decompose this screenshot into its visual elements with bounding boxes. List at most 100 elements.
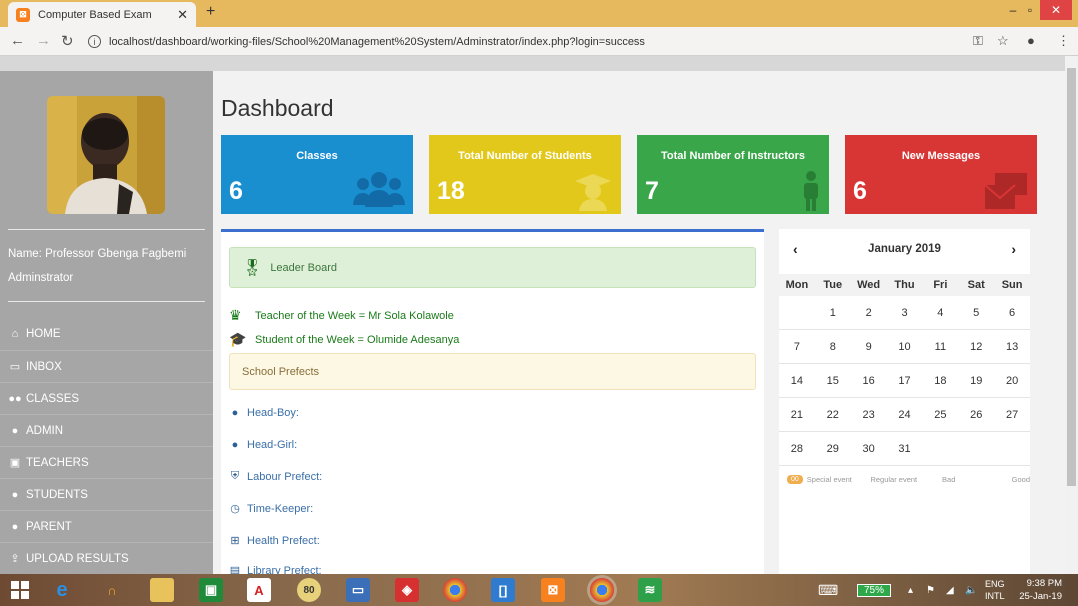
nero-icon[interactable]: 80 [297,578,321,602]
calendar-day[interactable]: 5 [958,296,994,329]
calendar-day[interactable]: 16 [851,364,887,397]
stat-card-instructors[interactable]: Total Number of Instructors 7 [637,135,829,214]
calendar-day[interactable]: 30 [851,432,887,465]
new-tab-icon[interactable]: + [206,3,215,21]
url-field[interactable]: i localhost/dashboard/working-files/Scho… [88,31,968,52]
url-text: localhost/dashboard/working-files/School… [109,35,645,48]
calendar-day[interactable]: 24 [887,398,923,431]
sidebar-divider [8,229,205,230]
prefect-labour[interactable]: ⛨ Labour Prefect: [229,470,322,483]
calendar-day[interactable]: 10 [887,330,923,363]
cube-icon[interactable]: ◈ [395,578,419,602]
minimize-icon[interactable]: – [1005,0,1021,20]
calendar-day[interactable]: 17 [887,364,923,397]
calendar-day[interactable] [958,432,994,465]
calendar-day[interactable] [994,432,1030,465]
account-icon[interactable]: ● [1027,33,1035,48]
calendar-day[interactable]: 4 [922,296,958,329]
calendar-day[interactable]: 23 [851,398,887,431]
calendar-day[interactable]: 14 [779,364,815,397]
file-explorer-icon[interactable] [150,578,174,602]
leaderboard-header: 🎖 Leader Board [229,247,756,288]
sidebar-item-parent[interactable]: ● PARENT [0,510,213,542]
calendar-day[interactable]: 2 [851,296,887,329]
close-window-icon[interactable]: ✕ [1040,0,1072,20]
keyboard-icon[interactable]: ⌨ [818,574,838,606]
clock[interactable]: 9:38 PM 25-Jan-19 [1018,574,1062,606]
maximize-icon[interactable]: ▫ [1023,0,1037,20]
menu-icon[interactable]: ⋮ [1057,33,1070,49]
volume-icon[interactable]: 🔈 [965,574,977,606]
calendar-day[interactable]: 31 [887,432,923,465]
monitor-icon[interactable]: ▭ [346,578,370,602]
calendar-day[interactable]: 21 [779,398,815,431]
calendar-day[interactable]: 26 [958,398,994,431]
prefect-head-boy[interactable]: ● Head-Boy: [229,407,299,419]
calendar-day[interactable]: 22 [815,398,851,431]
clock-time: 9:38 PM [1026,578,1062,589]
calendar-day[interactable]: 25 [922,398,958,431]
adobe-icon[interactable]: A [247,578,271,602]
store-icon[interactable]: ▣ [199,578,223,602]
calendar-day[interactable]: 9 [851,330,887,363]
chrome-active-icon[interactable] [590,578,614,602]
star-icon[interactable]: ☆ [997,33,1009,49]
calendar-day[interactable]: 1 [815,296,851,329]
chrome-icon[interactable] [443,578,467,602]
forward-icon[interactable]: → [36,32,51,49]
calendar-day[interactable]: 27 [994,398,1030,431]
prefect-health[interactable]: ⊞ Health Prefect: [229,534,319,548]
reload-icon[interactable]: ↻ [61,32,74,50]
vector-app-icon[interactable]: ≋ [638,578,662,602]
chevron-right-icon[interactable]: › [1011,241,1016,257]
chevron-up-icon[interactable]: ▴ [908,574,913,606]
calendar-day[interactable]: 29 [815,432,851,465]
sidebar-item-upload-results[interactable]: ⇪ UPLOAD RESULTS [0,542,213,574]
upload-icon: ⇪ [10,553,20,565]
calendar-day[interactable]: 3 [887,296,923,329]
network-icon[interactable]: ◢ [946,574,954,606]
calendar-day[interactable]: 18 [922,364,958,397]
sidebar-item-admin[interactable]: ● ADMIN [0,414,213,446]
sidebar-item-classes[interactable]: ●● CLASSES [0,382,213,414]
calendar-day[interactable]: 20 [994,364,1030,397]
battery-indicator[interactable]: 75% [857,574,892,606]
sidebar-item-students[interactable]: ● STUDENTS [0,478,213,510]
calendar-day[interactable]: 15 [815,364,851,397]
windows-start-icon[interactable] [8,578,32,602]
sidebar-item-home[interactable]: ⌂ HOME [0,318,213,350]
back-icon[interactable]: ← [10,32,25,49]
calendar-day[interactable]: 28 [779,432,815,465]
calendar-day[interactable]: 19 [958,364,994,397]
flag-icon[interactable]: ⚑ [926,574,935,606]
headphones-icon[interactable]: ∩ [100,578,124,602]
xampp-taskbar-icon[interactable]: ⊠ [541,578,565,602]
sidebar-item-inbox[interactable]: ▭ INBOX [0,350,213,382]
info-icon[interactable]: i [88,35,101,48]
calendar-day[interactable]: 7 [779,330,815,363]
calendar-day[interactable]: 11 [922,330,958,363]
stat-card-classes[interactable]: Classes 6 [221,135,413,214]
page-scrollbar[interactable] [1065,56,1078,574]
calendar-day[interactable]: 13 [994,330,1030,363]
calendar-day[interactable]: 6 [994,296,1030,329]
stat-card-students[interactable]: Total Number of Students 18 [429,135,621,214]
browser-tab[interactable]: ⊠ Computer Based Exam ✕ [8,2,196,27]
taskbar: e ∩ ▣ A 80 ▭ ◈ [] ⊠ ≋ ⌨ 75% ▴ ⚑ ◢ 🔈 ENG … [0,574,1078,606]
calendar-day[interactable]: 12 [958,330,994,363]
prefect-library[interactable]: ▤ Library Prefect: [229,564,322,575]
stat-card-messages[interactable]: New Messages 6 [845,135,1037,214]
key-icon[interactable]: ⚿ [973,33,983,49]
sidebar-item-teachers[interactable]: ▣ TEACHERS [0,446,213,478]
calendar-day[interactable]: 8 [815,330,851,363]
calendar-day[interactable] [922,432,958,465]
scrollbar-thumb[interactable] [1067,68,1076,486]
language-indicator[interactable]: ENG INTL [985,574,1005,606]
prefect-head-girl[interactable]: ● Head-Girl: [229,439,297,451]
app-icon[interactable]: [] [491,578,515,602]
close-tab-icon[interactable]: ✕ [177,7,188,23]
sidebar-item-label: UPLOAD RESULTS [26,552,129,565]
calendar-day[interactable] [779,296,815,329]
prefect-time-keeper[interactable]: ◷ Time-Keeper: [229,502,313,516]
internet-explorer-icon[interactable]: e [50,578,74,602]
